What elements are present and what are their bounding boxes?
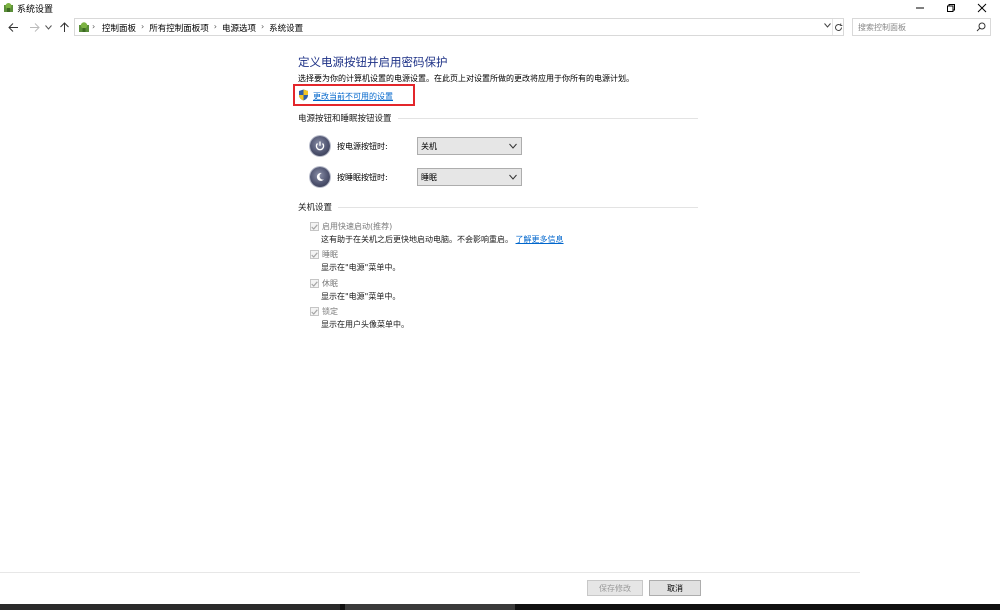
sleep-button-label: 按睡眠按钮时: (337, 172, 388, 182)
checkbox-box[interactable] (310, 222, 319, 231)
section-label: 电源按钮和睡眠按钮设置 (298, 114, 392, 124)
chevron-down-icon (509, 142, 517, 151)
breadcrumb-item[interactable]: 所有控制面板项 (149, 22, 209, 34)
minimize-button[interactable] (905, 0, 935, 16)
navigation-bar: › 控制面板 › 所有控制面板项 › 电源选项 › 系统设置 (0, 17, 1000, 37)
divider (338, 206, 698, 208)
fast-startup-label: 启用快速启动(推荐) (322, 222, 393, 231)
control-panel-icon (3, 2, 14, 16)
window-title: 系统设置 (17, 5, 54, 15)
chevron-down-icon (509, 173, 517, 182)
checkbox-box[interactable] (310, 279, 319, 288)
breadcrumb-separator-icon[interactable]: › (141, 22, 144, 34)
shutdown-section-header: 关机设置 (298, 201, 698, 213)
search-icon[interactable] (976, 22, 986, 35)
page-description: 选择要为你的计算机设置的电源设置。在此页上对设置所做的更改将应用于你所有的电源计… (298, 74, 634, 83)
control-panel-icon (78, 21, 90, 36)
lock-checkbox[interactable]: 锁定 (310, 306, 338, 317)
checkmark-icon (311, 251, 318, 258)
power-button-setting: 按电源按钮时: 关机 (310, 136, 522, 156)
forward-button[interactable] (27, 19, 41, 35)
hibernate-description: 显示在"电源"菜单中。 (321, 292, 401, 301)
lock-checkbox-label: 锁定 (322, 307, 338, 316)
search-box (852, 18, 991, 36)
cancel-button[interactable]: 取消 (649, 580, 701, 596)
checkmark-icon (311, 308, 318, 315)
address-bar[interactable]: › 控制面板 › 所有控制面板项 › 电源选项 › 系统设置 (74, 18, 844, 36)
title-bar: 系统设置 (0, 0, 1000, 16)
hibernate-checkbox[interactable]: 休眠 (310, 278, 338, 289)
refresh-button[interactable] (832, 19, 844, 35)
sleep-button-setting: 按睡眠按钮时: 睡眠 (310, 167, 522, 187)
close-button[interactable] (967, 0, 997, 16)
sleep-button-select[interactable]: 睡眠 (417, 168, 522, 186)
sleep-button-value: 睡眠 (421, 173, 437, 182)
refresh-icon (835, 23, 843, 31)
power-button-value: 关机 (421, 142, 437, 151)
learn-more-link[interactable]: 了解更多信息 (516, 235, 564, 244)
sleep-checkbox-label: 睡眠 (322, 250, 338, 259)
address-dropdown-button[interactable] (824, 21, 831, 31)
restore-icon (947, 4, 955, 12)
chevron-down-icon (44, 24, 52, 30)
up-arrow-icon (59, 21, 69, 32)
save-changes-button[interactable]: 保存修改 (587, 580, 643, 596)
footer-divider (0, 572, 860, 573)
page-title: 定义电源按钮并启用密码保护 (298, 55, 448, 69)
power-button-label: 按电源按钮时: (337, 141, 388, 151)
taskbar (0, 604, 1000, 610)
restore-button[interactable] (936, 0, 966, 16)
taskbar-active-app[interactable] (345, 604, 515, 610)
back-arrow-icon (7, 22, 18, 32)
sleep-checkbox[interactable]: 睡眠 (310, 249, 338, 260)
checkmark-icon (311, 280, 318, 287)
change-settings-link[interactable]: 更改当前不可用的设置 (298, 89, 393, 104)
fast-startup-checkbox[interactable]: 启用快速启动(推荐) (310, 221, 392, 232)
power-icon (310, 136, 330, 156)
breadcrumb-separator-icon[interactable]: › (214, 22, 217, 34)
fast-startup-desc-text: 这有助于在关机之后更快地启动电脑。不会影响重启。 (321, 235, 513, 244)
breadcrumb-item[interactable]: 系统设置 (269, 22, 303, 34)
sleep-icon (310, 167, 330, 187)
minimize-icon (916, 7, 924, 9)
section-label: 关机设置 (298, 203, 333, 213)
uac-shield-icon (298, 89, 309, 104)
hibernate-checkbox-label: 休眠 (322, 279, 338, 288)
fast-startup-description: 这有助于在关机之后更快地启动电脑。不会影响重启。 了解更多信息 (321, 234, 564, 245)
divider (397, 117, 698, 119)
checkmark-icon (311, 223, 318, 230)
lock-description: 显示在用户头像菜单中。 (321, 320, 409, 329)
search-input[interactable] (853, 19, 973, 35)
power-buttons-section-header: 电源按钮和睡眠按钮设置 (298, 112, 698, 124)
back-button[interactable] (6, 19, 20, 35)
breadcrumb-item[interactable]: 电源选项 (222, 22, 256, 34)
breadcrumb-separator-icon[interactable]: › (261, 22, 264, 34)
breadcrumb: 控制面板 › 所有控制面板项 › 电源选项 › 系统设置 (102, 22, 303, 34)
forward-arrow-icon (29, 22, 40, 32)
change-settings-link-text[interactable]: 更改当前不可用的设置 (313, 91, 393, 102)
chevron-down-icon (824, 23, 831, 28)
up-button[interactable] (57, 19, 71, 35)
power-button-select[interactable]: 关机 (417, 137, 522, 155)
close-icon (977, 3, 987, 13)
recent-locations-button[interactable] (43, 19, 53, 35)
breadcrumb-separator-icon: › (92, 22, 96, 31)
checkbox-box[interactable] (310, 307, 319, 316)
breadcrumb-item[interactable]: 控制面板 (102, 22, 136, 34)
taskbar-apps (0, 604, 340, 610)
checkbox-box[interactable] (310, 250, 319, 259)
sleep-description: 显示在"电源"菜单中。 (321, 263, 401, 272)
